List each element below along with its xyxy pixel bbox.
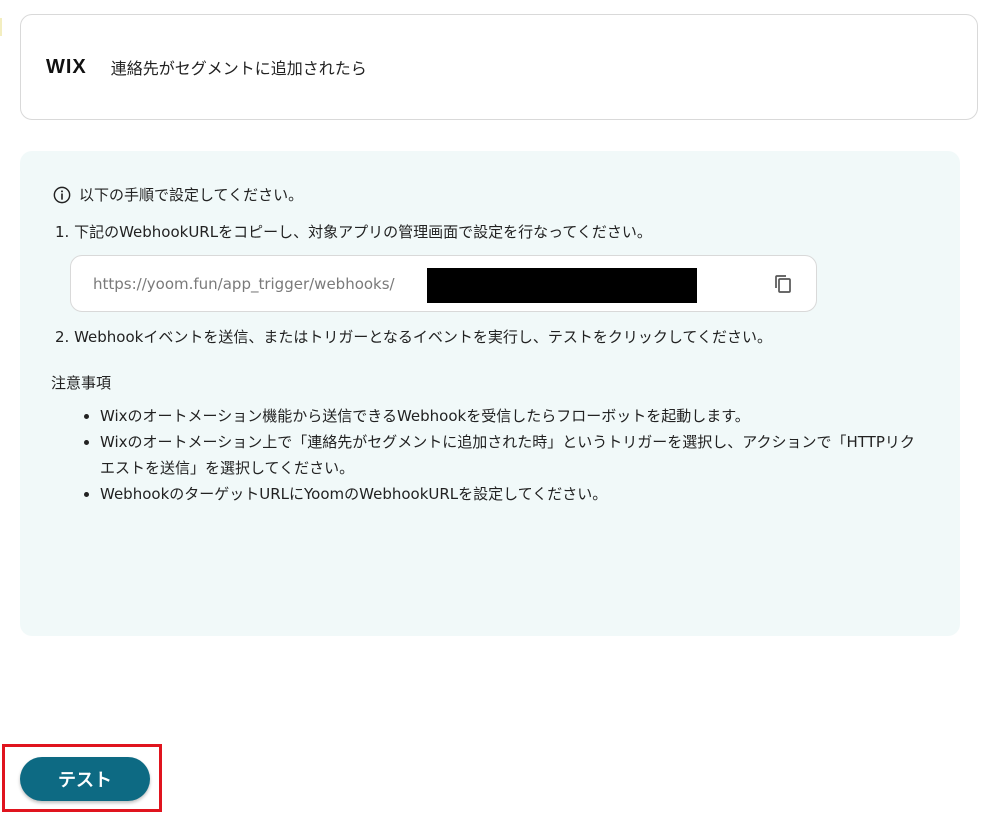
instructions-header: 以下の手順で設定してください。 (53, 184, 303, 205)
edge-marker (0, 18, 2, 36)
list-item: Wixのオートメーション機能から送信できるWebhookを受信したらフローボット… (100, 403, 920, 429)
webhook-url-field[interactable]: https://yoom.fun/app_trigger/webhooks/ (70, 255, 817, 312)
notes-title: 注意事項 (51, 374, 112, 392)
step-2-text: 2. Webhookイベントを送信、またはトリガーとなるイベントを実行し、テスト… (55, 328, 772, 346)
instructions-header-text: 以下の手順で設定してください。 (79, 186, 304, 204)
list-item: WebhookのターゲットURLにYoomのWebhookURLを設定してくださ… (100, 481, 920, 507)
webhook-url-text[interactable]: https://yoom.fun/app_trigger/webhooks/ (93, 275, 395, 293)
page: WIX 連絡先がセグメントに追加されたら 以下の手順で設定してください。 1. … (0, 0, 983, 814)
trigger-title: 連絡先がセグメントに追加されたら (110, 59, 367, 78)
wix-logo: WIX (46, 55, 87, 78)
info-icon (53, 186, 71, 203)
test-button[interactable]: テスト (20, 757, 150, 801)
copy-icon[interactable] (771, 272, 795, 296)
notes-list: Wixのオートメーション機能から送信できるWebhookを受信したらフローボット… (80, 403, 920, 507)
list-item: Wixのオートメーション上で「連絡先がセグメントに追加された時」というトリガーを… (100, 429, 920, 481)
trigger-card: WIX 連絡先がセグメントに追加されたら (20, 14, 978, 120)
redacted-url-token (427, 268, 697, 303)
step-1-text: 1. 下記のWebhookURLをコピーし、対象アプリの管理画面で設定を行なって… (55, 223, 652, 241)
instructions-panel: 以下の手順で設定してください。 1. 下記のWebhookURLをコピーし、対象… (20, 151, 960, 636)
